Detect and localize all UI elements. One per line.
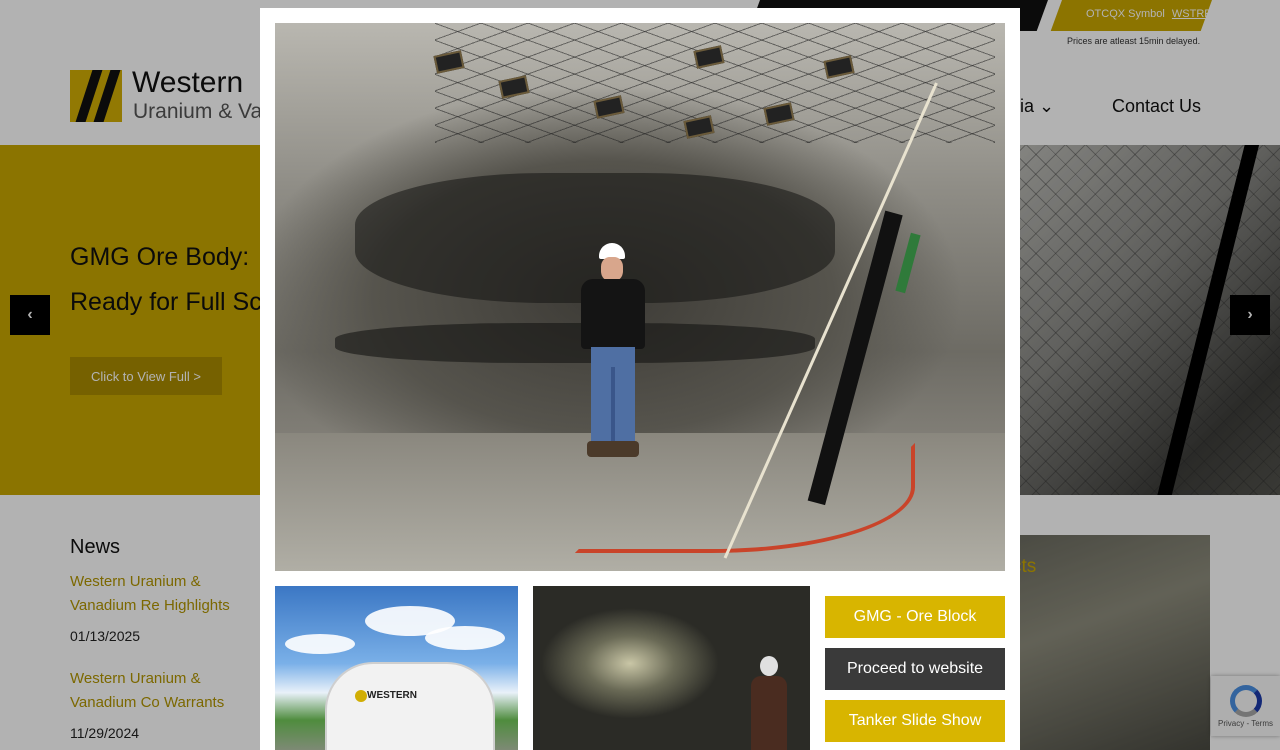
miner-figure xyxy=(567,243,659,463)
modal-thumb-mine[interactable] xyxy=(533,586,810,750)
tanker-logo-icon xyxy=(355,690,367,702)
popup-modal: WESTERN GMG - Ore Block Proceed to websi… xyxy=(260,8,1020,750)
gmg-ore-block-button[interactable]: GMG - Ore Block xyxy=(825,596,1005,638)
modal-main-photo xyxy=(275,23,1005,571)
modal-thumb-tanker[interactable]: WESTERN xyxy=(275,586,518,750)
proceed-to-website-button[interactable]: Proceed to website xyxy=(825,648,1005,690)
tanker-logo-text: WESTERN xyxy=(367,690,417,701)
tanker-slide-show-button[interactable]: Tanker Slide Show xyxy=(825,700,1005,742)
tanker-truck xyxy=(325,662,495,750)
